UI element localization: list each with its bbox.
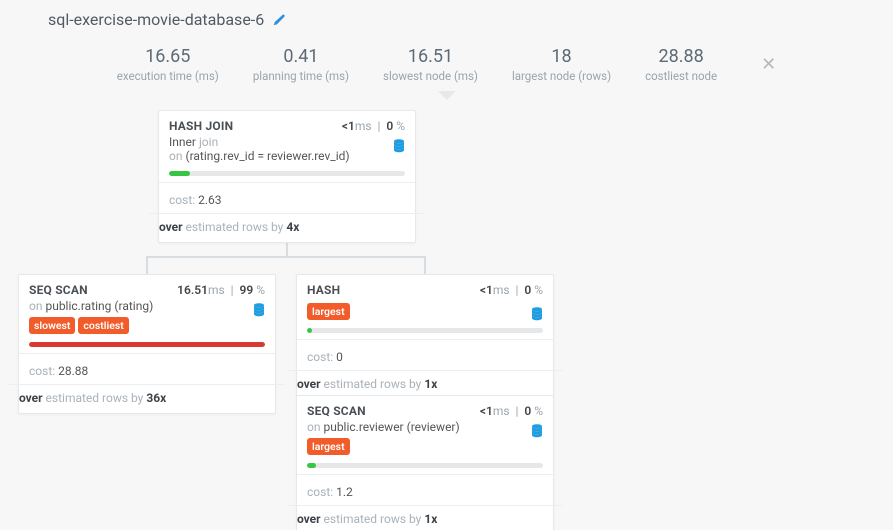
plan-summary-metrics: 16.65 execution time (ms) 0.41 planning ti… [0, 47, 893, 83]
node-timing: <1ms | 0 % [480, 283, 543, 297]
tag-costliest: costliest [78, 317, 128, 334]
tag-largest: largest [307, 303, 350, 320]
join-type: Inner [169, 135, 196, 149]
over-word: over [297, 377, 321, 391]
cost-value: 2.63 [198, 193, 221, 207]
tree-connector [424, 256, 426, 276]
plan-node-seqscan-reviewer[interactable]: SEQ SCAN <1ms | 0 % on public.reviewer (… [296, 395, 554, 530]
over-word: over [19, 391, 43, 405]
node-name: HASH [307, 283, 340, 297]
join-condition: (rating.rev_id = reviewer.rev_id) [185, 149, 349, 163]
slowest-node-label: slowest node (ms) [383, 69, 478, 83]
cost-value: 28.88 [58, 364, 88, 378]
est-label: estimated rows by [186, 220, 284, 234]
est-label: estimated rows by [46, 391, 144, 405]
cost-label: cost: [307, 350, 333, 364]
node-name: SEQ SCAN [307, 404, 366, 418]
node-timing: 16.51ms | 99 % [177, 283, 265, 297]
database-icon[interactable] [531, 307, 543, 324]
database-icon[interactable] [393, 139, 405, 156]
chevron-down-icon [438, 91, 456, 100]
node-name: SEQ SCAN [29, 283, 88, 297]
on-word: on [307, 420, 320, 434]
est-factor: 1 [424, 377, 431, 391]
node-name: HASH JOIN [169, 119, 233, 133]
cost-value: 0 [336, 350, 343, 364]
slowest-node-value: 16.51 [383, 47, 478, 67]
over-word: over [159, 220, 183, 234]
costliest-node-value: 28.88 [645, 47, 717, 67]
cost-label: cost: [29, 364, 55, 378]
cost-label: cost: [307, 485, 333, 499]
on-word: on [29, 299, 42, 313]
planning-time-label: planning time (ms) [253, 69, 349, 83]
cost-label: cost: [169, 193, 195, 207]
tree-connector [146, 256, 148, 276]
cost-value: 1.2 [336, 485, 353, 499]
join-word: join [199, 135, 218, 149]
exec-time-label: execution time (ms) [117, 69, 219, 83]
on-word: on [169, 149, 182, 163]
plan-node-seqscan-rating[interactable]: SEQ SCAN 16.51ms | 99 % on public.rating… [18, 274, 276, 414]
database-icon[interactable] [253, 303, 265, 320]
largest-node-value: 18 [512, 47, 611, 67]
node-timing: <1ms | 0 % [342, 119, 405, 133]
close-icon[interactable]: ✕ [761, 54, 776, 75]
tag-largest: largest [307, 438, 350, 455]
exec-time-value: 16.65 [117, 47, 219, 67]
tree-connector [146, 256, 426, 258]
plan-node-hash[interactable]: HASH <1ms | 0 % largest cost: 0 over est… [296, 274, 554, 400]
est-factor: 36 [146, 391, 160, 405]
est-label: estimated rows by [324, 377, 422, 391]
node-timing: <1ms | 0 % [480, 404, 543, 418]
est-factor: 4 [286, 220, 293, 234]
planning-time-value: 0.41 [253, 47, 349, 67]
over-word: over [297, 512, 321, 526]
costliest-node-label: costliest node [645, 69, 717, 83]
page-title: sql-exercise-movie-database-6 [48, 10, 264, 29]
est-label: estimated rows by [324, 512, 422, 526]
database-icon[interactable] [531, 424, 543, 441]
est-factor: 1 [424, 512, 431, 526]
plan-node-hash-join[interactable]: HASH JOIN <1ms | 0 % Inner join on (rati… [158, 110, 416, 243]
tag-slowest: slowest [29, 317, 75, 334]
pencil-icon[interactable] [272, 13, 286, 27]
relation-name: public.reviewer (reviewer) [323, 420, 459, 434]
relation-name: public.rating (rating) [45, 299, 153, 313]
largest-node-label: largest node (rows) [512, 69, 611, 83]
